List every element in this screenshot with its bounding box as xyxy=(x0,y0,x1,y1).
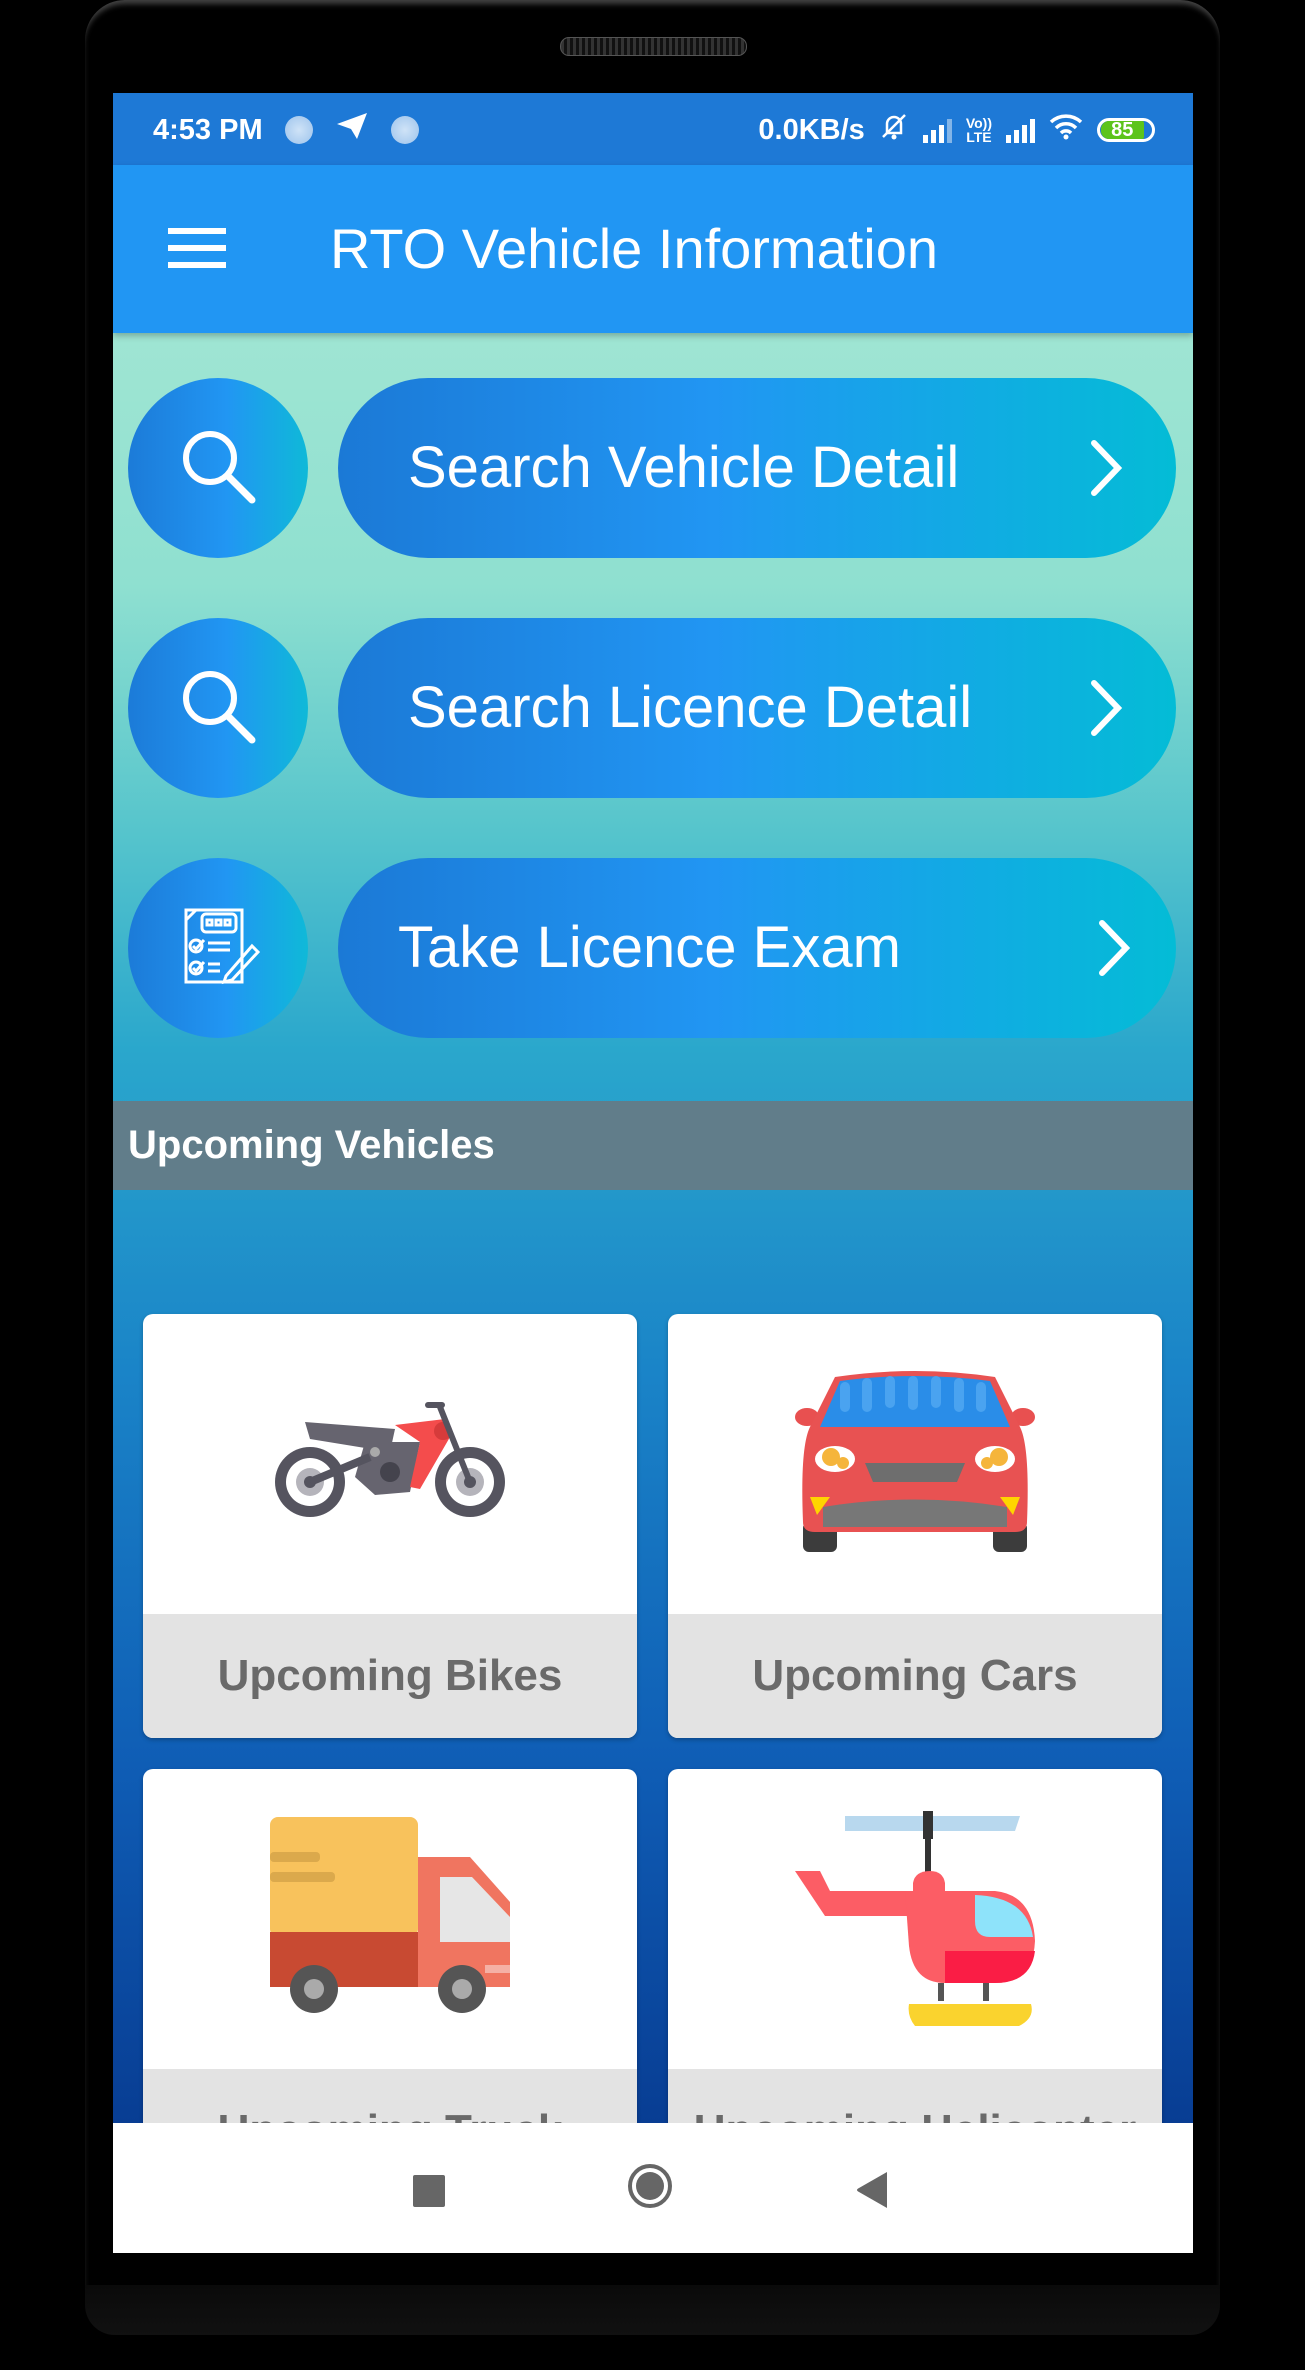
phone-chin xyxy=(85,2285,1220,2335)
chevron-right-icon xyxy=(1086,673,1126,748)
car-icon xyxy=(795,1367,1035,1562)
screen: 4:53 PM 0.0KB/s Vo)) LTE 85 RTO Vehicle I… xyxy=(113,93,1193,2253)
network-speed: 0.0KB/s xyxy=(758,113,865,146)
upcoming-vehicles-header: Upcoming Vehicles xyxy=(113,1101,1193,1190)
upcoming-cars-card[interactable]: Upcoming Cars xyxy=(668,1314,1162,1738)
action-row-search-licence: Search Licence Detail xyxy=(113,618,1193,798)
app-title: RTO Vehicle Information xyxy=(330,217,939,280)
mute-bell-icon xyxy=(879,111,909,149)
back-button[interactable] xyxy=(855,2170,889,2215)
action-row-licence-exam: Take Licence Exam xyxy=(113,858,1193,1038)
home-button[interactable] xyxy=(628,2164,672,2208)
home-circle-icon xyxy=(628,2164,672,2208)
take-licence-exam-label: Take Licence Exam xyxy=(398,915,901,980)
notification-dot-icon xyxy=(284,116,313,144)
main-content: Search Vehicle Detail Search Licence Det… xyxy=(113,333,1193,2193)
search-icon xyxy=(176,424,260,513)
truck-icon xyxy=(270,1816,510,2022)
helicopter-icon xyxy=(795,1810,1035,2028)
phone-speaker xyxy=(560,37,747,56)
upcoming-bikes-card[interactable]: Upcoming Bikes xyxy=(143,1314,637,1738)
search-icon xyxy=(176,664,260,753)
section-title: Upcoming Vehicles xyxy=(128,1123,495,1167)
telegram-icon xyxy=(335,111,369,149)
battery-icon: 85 xyxy=(1097,118,1155,142)
motorcycle-icon xyxy=(270,1397,510,1532)
status-bar: 4:53 PM 0.0KB/s Vo)) LTE 85 xyxy=(113,93,1193,165)
system-nav-bar xyxy=(113,2123,1193,2253)
licence-exam-icon-button[interactable] xyxy=(128,858,308,1038)
exam-checklist-icon xyxy=(172,900,264,997)
search-licence-detail-button[interactable]: Search Licence Detail xyxy=(338,618,1176,798)
recents-button[interactable] xyxy=(413,2175,445,2207)
search-vehicle-detail-button[interactable]: Search Vehicle Detail xyxy=(338,378,1176,558)
battery-level: 85 xyxy=(1101,120,1144,140)
upcoming-cars-label: Upcoming Cars xyxy=(668,1614,1162,1738)
notification-dot-icon xyxy=(390,116,419,144)
search-licence-icon-button[interactable] xyxy=(128,618,308,798)
signal-icon xyxy=(1006,117,1035,143)
hamburger-menu-icon[interactable] xyxy=(168,228,226,270)
app-bar: RTO Vehicle Information xyxy=(113,165,1193,333)
search-vehicle-detail-label: Search Vehicle Detail xyxy=(408,435,960,500)
upcoming-bikes-label: Upcoming Bikes xyxy=(143,1614,637,1738)
chevron-right-icon xyxy=(1094,913,1134,988)
action-row-search-vehicle: Search Vehicle Detail xyxy=(113,378,1193,558)
search-vehicle-icon-button[interactable] xyxy=(128,378,308,558)
signal-icon xyxy=(922,117,952,143)
take-licence-exam-button[interactable]: Take Licence Exam xyxy=(338,858,1176,1038)
volte-icon: Vo)) LTE xyxy=(965,115,992,145)
wifi-icon xyxy=(1049,112,1083,148)
square-icon xyxy=(413,2175,445,2207)
search-licence-detail-label: Search Licence Detail xyxy=(408,675,973,740)
chevron-right-icon xyxy=(1086,433,1126,508)
status-time: 4:53 PM xyxy=(153,113,263,146)
back-triangle-icon xyxy=(855,2172,889,2214)
